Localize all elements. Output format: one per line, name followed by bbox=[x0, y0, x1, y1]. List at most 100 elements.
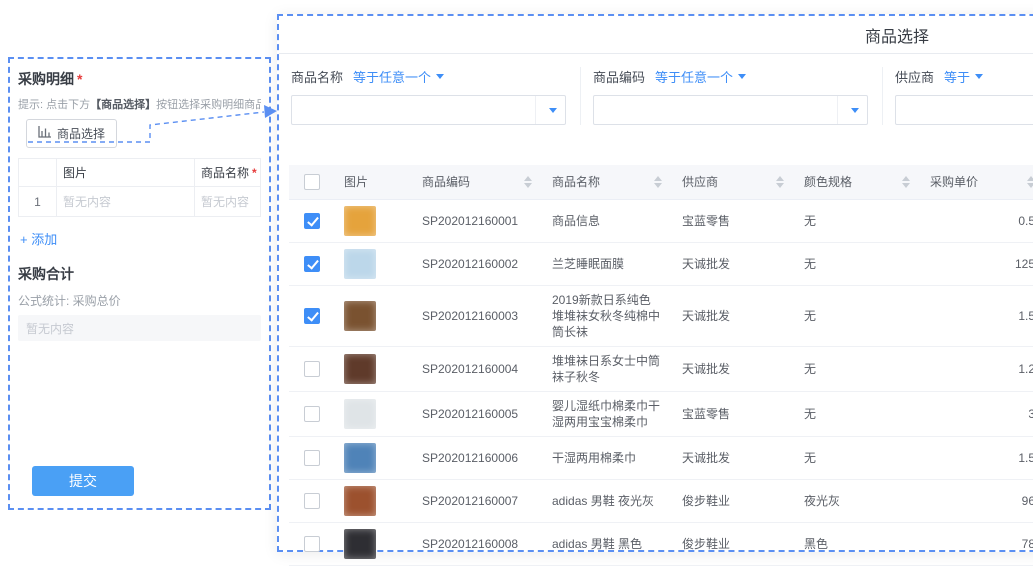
detail-row: 1 暂无内容 暂无内容 bbox=[19, 187, 261, 217]
supplier-cell: 天诚批发 bbox=[672, 242, 794, 285]
row-checkbox[interactable] bbox=[304, 406, 320, 422]
purchase-tip-text: 提示: 点击下方【商品选择】按钮选择采购明细商品 bbox=[18, 96, 261, 112]
filter-label: 商品名称 bbox=[291, 67, 343, 86]
operator-dropdown[interactable]: 等于任意一个 bbox=[655, 67, 746, 86]
supplier-cell: 天诚批发 bbox=[672, 285, 794, 346]
select-all-checkbox[interactable] bbox=[304, 174, 320, 190]
detail-name-placeholder: 暂无内容 bbox=[195, 187, 261, 217]
product-thumbnail-image bbox=[344, 399, 376, 429]
table-row[interactable]: SP202012160002 兰芝睡眠面膜 天诚批发 无 125 bbox=[289, 242, 1033, 285]
table-row[interactable]: SP202012160004 堆堆袜日系女士中筒袜子秋冬 天诚批发 无 1.2 bbox=[289, 346, 1033, 391]
product-code-cell: SP202012160003 bbox=[412, 285, 542, 346]
chevron-down-icon bbox=[549, 108, 557, 113]
row-checkbox[interactable] bbox=[304, 213, 320, 229]
product-name-filter-input[interactable] bbox=[292, 96, 535, 124]
chevron-down-icon bbox=[436, 74, 444, 79]
filter-label: 供应商 bbox=[895, 67, 934, 86]
column-header-spec: 颜色规格 bbox=[794, 165, 920, 199]
page: 采购明细* 提示: 点击下方【商品选择】按钮选择采购明细商品 商品选择 图片 商… bbox=[0, 0, 1033, 577]
supplier-cell: 俊步鞋业 bbox=[672, 479, 794, 522]
product-thumbnail-image bbox=[344, 529, 376, 559]
input-dropdown-toggle[interactable] bbox=[837, 96, 867, 124]
row-checkbox[interactable] bbox=[304, 493, 320, 509]
spec-cell: 无 bbox=[794, 199, 920, 242]
column-header-name: 商品名称 bbox=[542, 165, 672, 199]
column-header-price: 采购单价 bbox=[920, 165, 1033, 199]
detail-index-header bbox=[19, 159, 57, 187]
table-row[interactable]: SP202012160001 商品信息 宝蓝零售 无 0.5 bbox=[289, 199, 1033, 242]
purchase-total-title: 采购合计 bbox=[18, 264, 261, 284]
price-cell: 125 bbox=[920, 242, 1033, 285]
product-code-cell: SP202012160004 bbox=[412, 346, 542, 391]
product-name-cell: 兰芝睡眠面膜 bbox=[542, 242, 672, 285]
chevron-down-icon bbox=[975, 74, 983, 79]
spec-cell: 无 bbox=[794, 391, 920, 436]
product-name-cell: 堆堆袜日系女士中筒袜子秋冬 bbox=[542, 346, 672, 391]
filter-group-product-code: 商品编码 等于任意一个 bbox=[591, 67, 883, 125]
table-header-row: 图片 商品编码 商品名称 供应商 颜色规格 采购单价 bbox=[289, 165, 1033, 199]
product-code-cell: SP202012160005 bbox=[412, 391, 542, 436]
row-checkbox[interactable] bbox=[304, 536, 320, 552]
product-code-filter-input[interactable] bbox=[594, 96, 837, 124]
detail-image-header: 图片 bbox=[57, 159, 195, 187]
supplier-filter-input[interactable] bbox=[896, 96, 1033, 124]
product-table-body: SP202012160001 商品信息 宝蓝零售 无 0.5 SP2020121… bbox=[289, 199, 1033, 565]
supplier-cell: 天诚批发 bbox=[672, 346, 794, 391]
product-thumbnail-image bbox=[344, 354, 376, 384]
column-header-supplier: 供应商 bbox=[672, 165, 794, 199]
sort-icon[interactable] bbox=[1027, 176, 1033, 188]
table-row[interactable]: SP202012160005 婴儿湿纸巾棉柔巾干湿两用宝宝棉柔巾 宝蓝零售 无 … bbox=[289, 391, 1033, 436]
product-thumbnail-image bbox=[344, 443, 376, 473]
operator-dropdown[interactable]: 等于 bbox=[944, 67, 983, 86]
table-row[interactable]: SP202012160007 adidas 男鞋 夜光灰 俊步鞋业 夜光灰 96 bbox=[289, 479, 1033, 522]
product-code-cell: SP202012160008 bbox=[412, 522, 542, 565]
sort-icon[interactable] bbox=[654, 176, 662, 188]
table-row[interactable]: SP202012160003 2019新款日系纯色堆堆袜女秋冬纯棉中筒长袜 天诚… bbox=[289, 285, 1033, 346]
product-thumbnail-image bbox=[344, 249, 376, 279]
spec-cell: 黑色 bbox=[794, 522, 920, 565]
product-code-cell: SP202012160002 bbox=[412, 242, 542, 285]
product-table: 图片 商品编码 商品名称 供应商 颜色规格 采购单价 SP20201216000… bbox=[289, 165, 1033, 566]
sort-icon[interactable] bbox=[902, 176, 910, 188]
product-name-cell: 婴儿湿纸巾棉柔巾干湿两用宝宝棉柔巾 bbox=[542, 391, 672, 436]
formula-label: 公式统计: 采购总价 bbox=[18, 292, 261, 309]
row-checkbox[interactable] bbox=[304, 256, 320, 272]
price-cell: 3 bbox=[920, 391, 1033, 436]
row-checkbox[interactable] bbox=[304, 308, 320, 324]
spec-cell: 无 bbox=[794, 346, 920, 391]
price-cell: 96 bbox=[920, 479, 1033, 522]
product-select-button-label: 商品选择 bbox=[57, 125, 105, 142]
sort-icon[interactable] bbox=[524, 176, 532, 188]
filter-group-supplier: 供应商 等于 bbox=[893, 67, 1033, 125]
operator-dropdown[interactable]: 等于任意一个 bbox=[353, 67, 444, 86]
spec-cell: 夜光灰 bbox=[794, 479, 920, 522]
input-dropdown-toggle[interactable] bbox=[535, 96, 565, 124]
bar-chart-icon bbox=[38, 126, 51, 141]
dialog-header: 商品选择 bbox=[279, 16, 1033, 54]
add-row-link[interactable]: + 添加 bbox=[20, 229, 57, 248]
filter-label: 商品编码 bbox=[593, 67, 645, 86]
detail-image-placeholder: 暂无内容 bbox=[57, 187, 195, 217]
product-code-cell: SP202012160006 bbox=[412, 436, 542, 479]
row-checkbox[interactable] bbox=[304, 450, 320, 466]
purchase-detail-panel: 采购明细* 提示: 点击下方【商品选择】按钮选择采购明细商品 商品选择 图片 商… bbox=[8, 57, 271, 510]
total-empty-value: 暂无内容 bbox=[18, 315, 261, 341]
supplier-cell: 俊步鞋业 bbox=[672, 522, 794, 565]
product-select-button[interactable]: 商品选择 bbox=[26, 119, 117, 148]
submit-button[interactable]: 提交 bbox=[32, 466, 134, 496]
product-name-cell: adidas 男鞋 黑色 bbox=[542, 522, 672, 565]
row-checkbox[interactable] bbox=[304, 361, 320, 377]
product-code-cell: SP202012160001 bbox=[412, 199, 542, 242]
detail-name-header: 商品名称* bbox=[195, 159, 261, 187]
spec-cell: 无 bbox=[794, 242, 920, 285]
dialog-title: 商品选择 bbox=[865, 23, 929, 47]
table-row[interactable]: SP202012160008 adidas 男鞋 黑色 俊步鞋业 黑色 78 bbox=[289, 522, 1033, 565]
sort-icon[interactable] bbox=[776, 176, 784, 188]
product-name-cell: 商品信息 bbox=[542, 199, 672, 242]
required-asterisk: * bbox=[252, 166, 257, 180]
product-code-cell: SP202012160007 bbox=[412, 479, 542, 522]
price-cell: 0.5 bbox=[920, 199, 1033, 242]
product-thumbnail-image bbox=[344, 301, 376, 331]
table-row[interactable]: SP202012160006 干湿两用棉柔巾 天诚批发 无 1.5 bbox=[289, 436, 1033, 479]
required-asterisk: * bbox=[77, 71, 82, 87]
